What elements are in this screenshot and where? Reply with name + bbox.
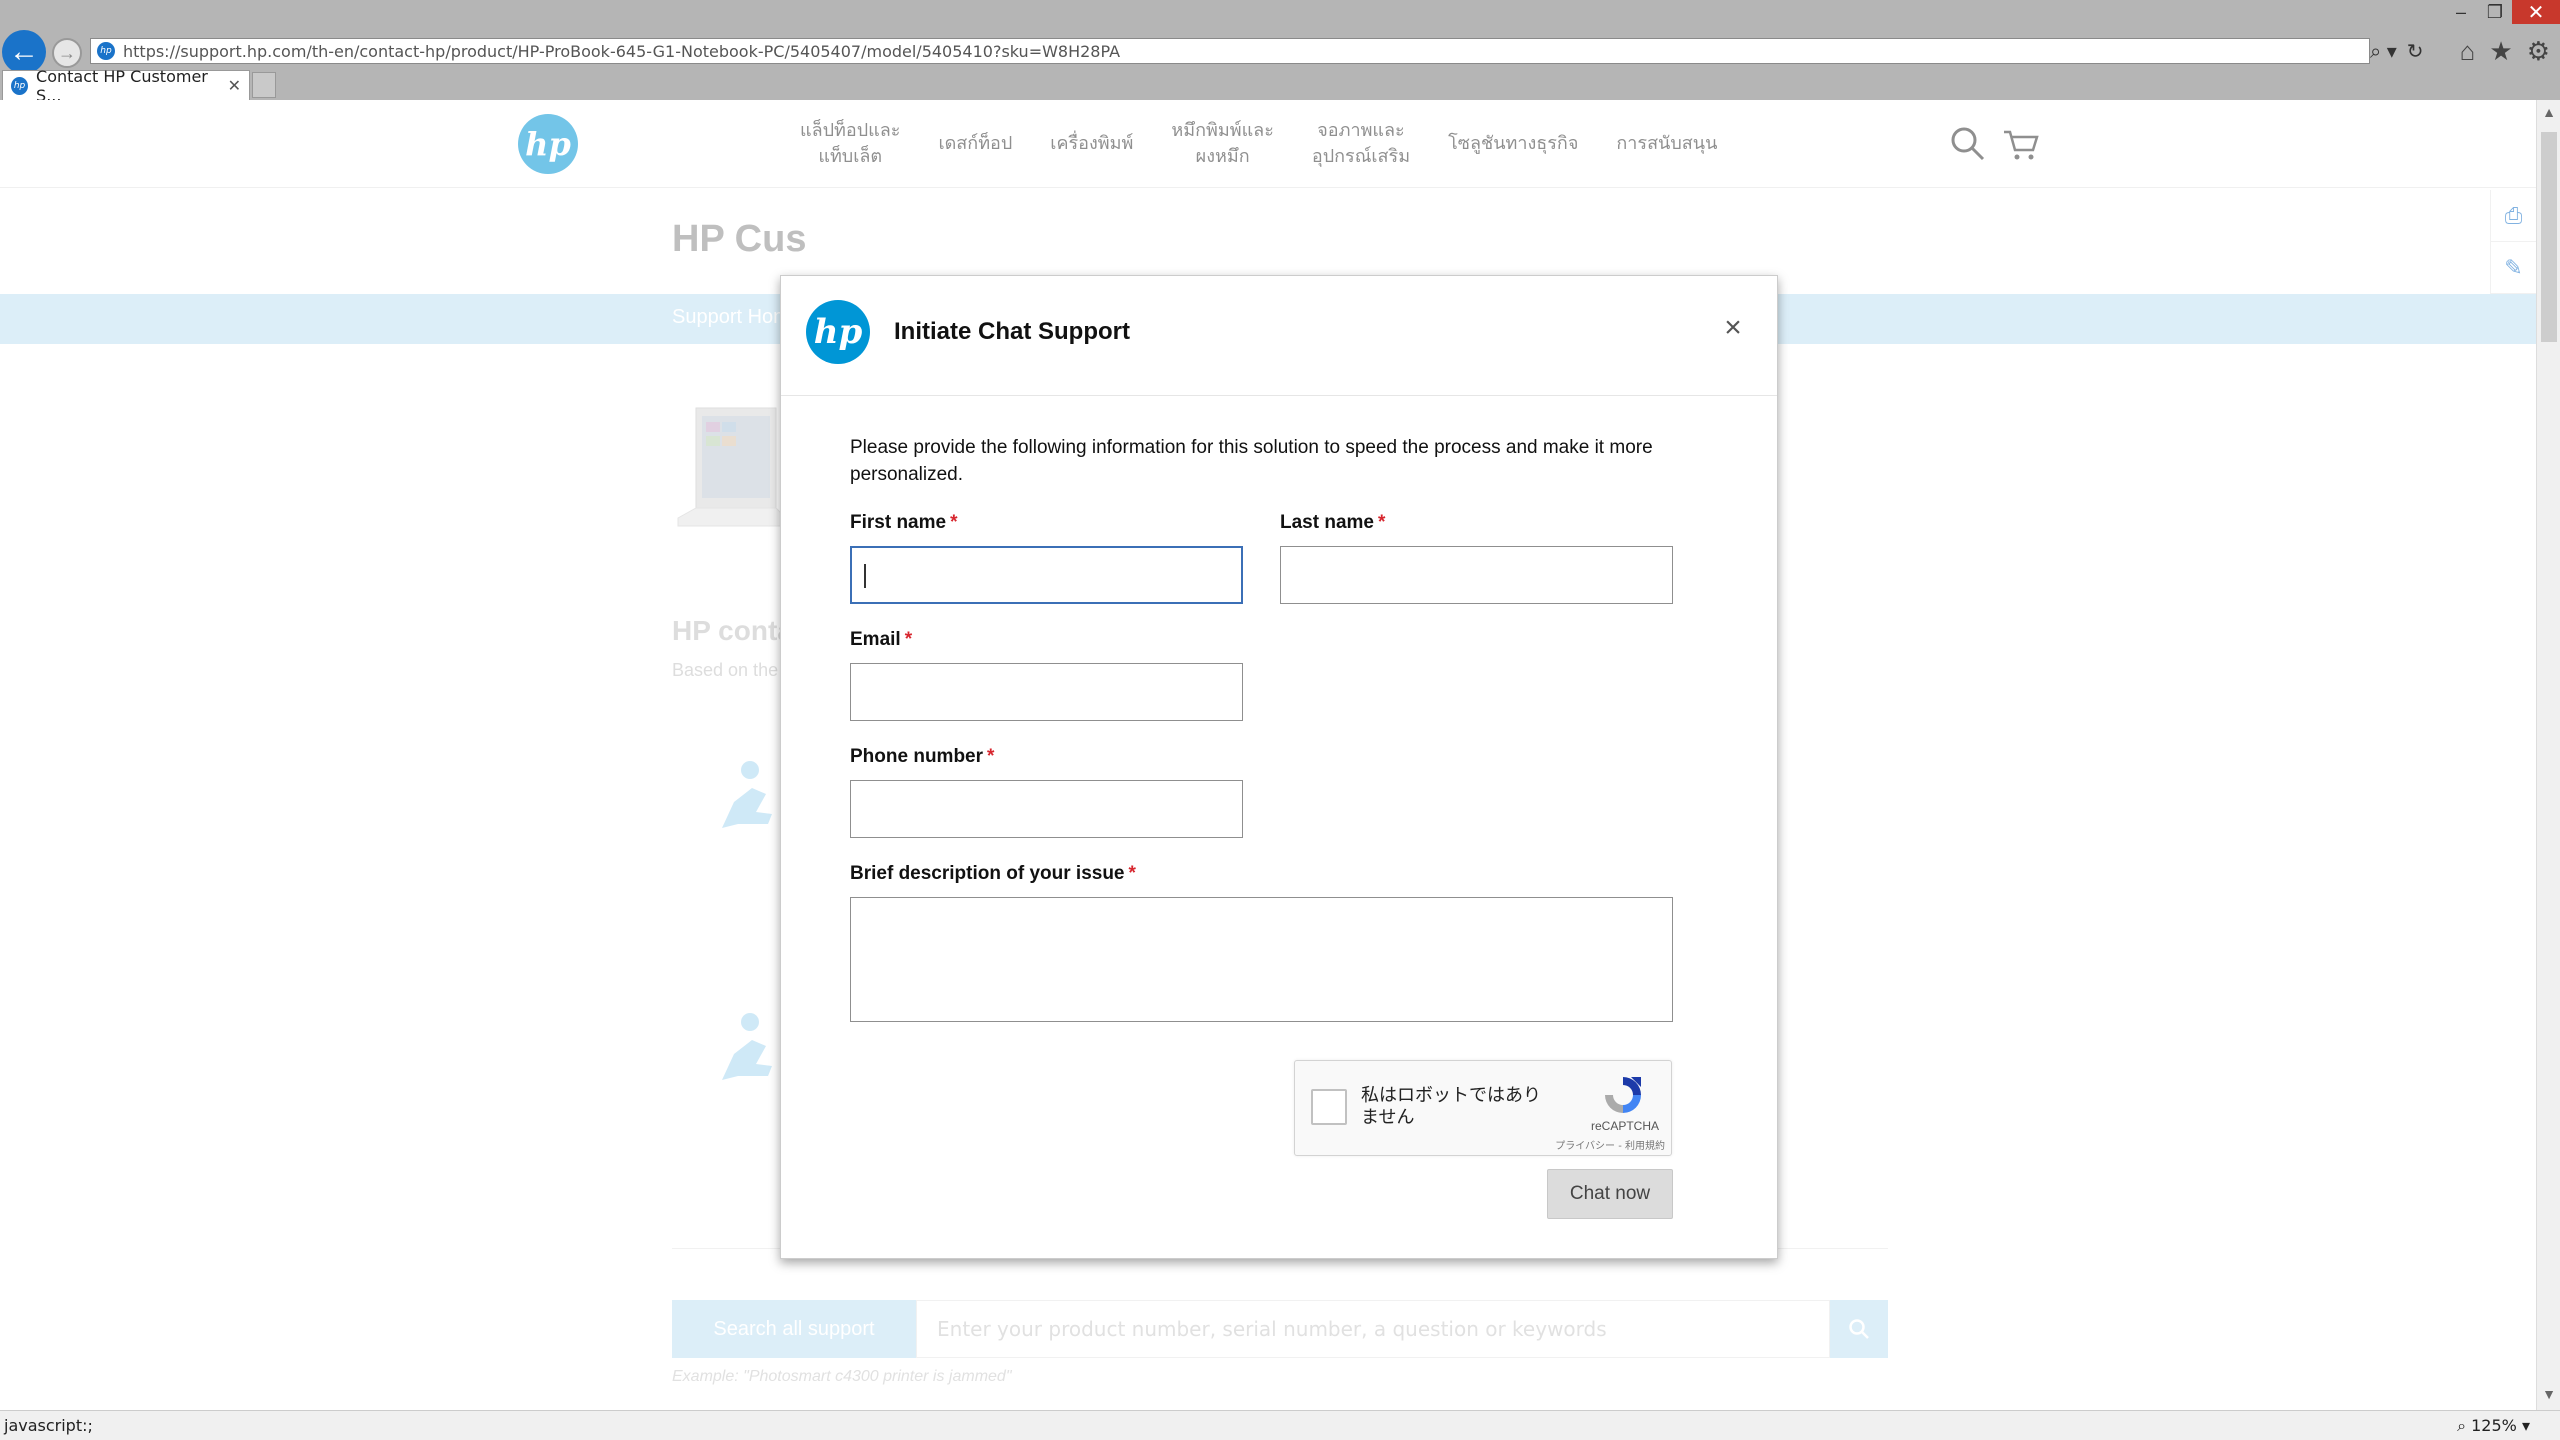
browser-tab-active[interactable]: hp Contact HP Customer S... ✕: [2, 67, 250, 105]
home-icon[interactable]: ⌂: [2460, 36, 2476, 67]
scrollbar-thumb[interactable]: [2541, 132, 2557, 342]
phone-number-field[interactable]: [850, 780, 1243, 838]
window-controls: – ❐ ✕: [2444, 0, 2560, 24]
recaptcha-checkbox[interactable]: [1311, 1089, 1347, 1125]
phone-number-label: Phone number *: [850, 746, 995, 767]
restore-icon[interactable]: ❐: [2478, 0, 2512, 24]
web-page: hp แล็ปท็อปและ แท็บเล็ต เดสก์ท็อป เครื่อง…: [0, 100, 2536, 1410]
issue-description-label: Brief description of your issue *: [850, 863, 1136, 884]
status-bar: javascript:; ⌕ 125% ▾: [0, 1410, 2560, 1440]
browser-tools: ⌂ ★ ⚙: [2460, 36, 2550, 67]
scroll-down-icon[interactable]: ▼: [2541, 1386, 2557, 1406]
dialog-intro-text: Please provide the following information…: [850, 437, 1653, 485]
tab-close-icon[interactable]: ✕: [228, 76, 241, 95]
last-name-field[interactable]: [1280, 546, 1673, 604]
dialog-close-icon[interactable]: ×: [1721, 313, 1745, 343]
issue-description-textarea[interactable]: [850, 897, 1673, 1022]
chat-now-button[interactable]: Chat now: [1547, 1169, 1673, 1219]
required-marker: *: [987, 746, 995, 767]
email-field[interactable]: [850, 663, 1243, 721]
dialog-title: Initiate Chat Support: [894, 318, 1130, 345]
browser-chrome: – ❐ ✕ ← → hp https://support.hp.com/th-e…: [0, 0, 2560, 105]
required-marker: *: [950, 512, 958, 533]
chat-support-dialog: hp Initiate Chat Support × Please provid…: [780, 275, 1778, 1259]
required-marker: *: [1377, 512, 1386, 533]
tab-title: Contact HP Customer S...: [36, 66, 208, 105]
tab-favicon-icon: hp: [11, 76, 29, 95]
address-bar[interactable]: hp https://support.hp.com/th-en/contact-…: [90, 38, 2370, 64]
forward-button[interactable]: →: [52, 38, 82, 68]
recaptcha-brand: reCAPTCHA: [1590, 1119, 1659, 1133]
first-name-field[interactable]: [850, 546, 1243, 604]
dialog-header: hp Initiate Chat Support ×: [781, 276, 1777, 396]
favorites-star-icon[interactable]: ★: [2489, 36, 2512, 67]
last-name-label: Last name *: [1280, 512, 1386, 533]
status-text: javascript:;: [4, 1416, 93, 1435]
email-label: Email *: [850, 629, 913, 650]
recaptcha-widget: 私はロボットではありません reCAPTCHA プライバシー - 利用規約: [1294, 1060, 1672, 1156]
required-marker: *: [1128, 863, 1136, 884]
search-dropdown-icon[interactable]: ⌕ ▾: [2370, 39, 2397, 64]
window-close-icon[interactable]: ✕: [2512, 0, 2560, 24]
minimize-icon[interactable]: –: [2444, 0, 2478, 24]
address-tools: ⌕ ▾ ↻: [2370, 38, 2424, 64]
page-scrollbar[interactable]: ▲ ▼: [2536, 100, 2560, 1410]
settings-gear-icon[interactable]: ⚙: [2527, 36, 2550, 67]
text-caret: [864, 564, 866, 588]
hp-logo: hp: [806, 300, 870, 364]
address-url: https://support.hp.com/th-en/contact-hp/…: [123, 41, 1121, 61]
zoom-level[interactable]: ⌕ 125% ▾: [2457, 1416, 2530, 1436]
new-tab-button[interactable]: [252, 72, 276, 98]
recaptcha-logo-icon: [1605, 1077, 1641, 1113]
first-name-label: First name *: [850, 512, 958, 533]
recaptcha-privacy-terms[interactable]: プライバシー - 利用規約: [1545, 1137, 1665, 1152]
site-favicon-icon: hp: [97, 42, 115, 60]
scroll-up-icon[interactable]: ▲: [2541, 104, 2557, 124]
recaptcha-label: 私はロボットではありません: [1361, 1085, 1541, 1128]
refresh-icon[interactable]: ↻: [2407, 39, 2424, 64]
required-marker: *: [904, 629, 913, 650]
